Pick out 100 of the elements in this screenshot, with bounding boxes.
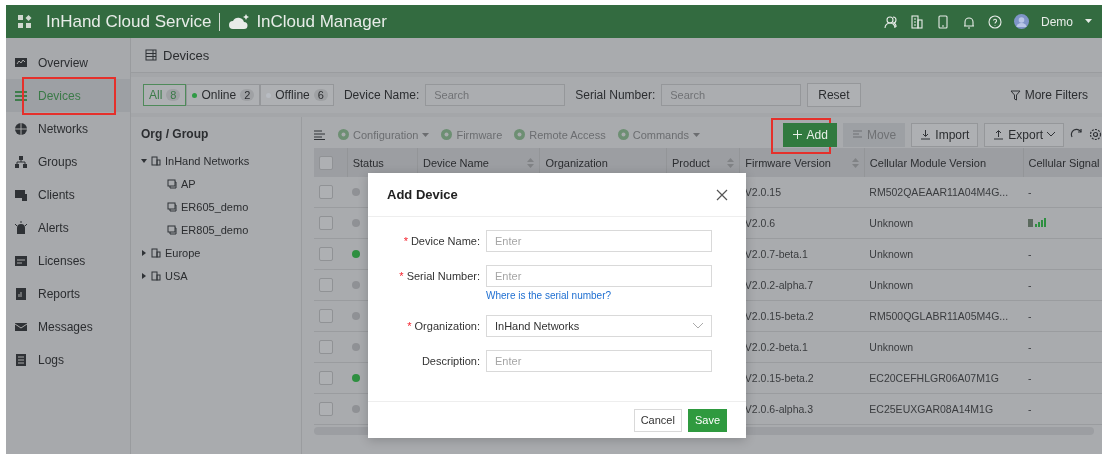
cloud-icon <box>228 13 251 30</box>
field-label: * Device Name: <box>402 234 480 249</box>
help-link[interactable]: Where is the serial number? <box>486 290 612 301</box>
field-label: * Organization: <box>406 319 480 334</box>
sidebar-item[interactable]: Reports <box>6 277 130 310</box>
bell-icon[interactable] <box>962 14 976 29</box>
caret-icon[interactable] <box>1085 19 1092 24</box>
column-header[interactable]: Firmware Version <box>739 148 865 177</box>
siren-icon <box>14 220 28 235</box>
close-icon <box>716 188 728 201</box>
add-button[interactable]: Add <box>782 122 837 147</box>
checkbox[interactable] <box>319 247 333 261</box>
table-cell: - <box>1028 279 1032 291</box>
table-cell: - <box>1028 310 1032 322</box>
column-header[interactable]: Cellular Module Version <box>864 148 1024 177</box>
checkbox[interactable] <box>319 371 333 385</box>
sidebar-item[interactable]: Logs <box>6 343 130 376</box>
list-icon <box>14 88 28 103</box>
avatar-icon[interactable] <box>1014 14 1029 29</box>
sidebar-item[interactable]: Messages <box>6 310 130 343</box>
sidebar-item[interactable]: Licenses <box>6 244 130 277</box>
filter-label: Serial Number: <box>575 88 656 102</box>
caret-down-icon[interactable] <box>141 157 147 164</box>
field-label: Description: <box>420 354 480 369</box>
checkbox[interactable] <box>319 340 333 354</box>
sidebar-item[interactable]: Networks <box>6 112 130 145</box>
checkbox[interactable] <box>319 155 333 170</box>
column-header[interactable]: Cellular Signal <box>1023 148 1102 177</box>
cancel-button[interactable]: Cancel <box>633 408 682 432</box>
tree-item[interactable]: InHand Networks <box>165 154 250 167</box>
tree-item[interactable]: ER805_demo <box>181 223 249 236</box>
checkbox[interactable] <box>319 309 333 323</box>
list-icon <box>145 49 157 61</box>
status-filter-tab[interactable]: Online 2 <box>186 84 261 106</box>
sidebar-item[interactable]: Overview <box>6 46 130 79</box>
reset-button[interactable]: Reset <box>807 83 861 107</box>
monitor-icon <box>14 55 28 70</box>
table-cell: RM500QGLABR11A05M4G... <box>864 300 1024 332</box>
search-field[interactable]: Search <box>661 84 802 106</box>
sidebar-item[interactable]: Clients <box>6 178 130 211</box>
circle-icon <box>338 129 349 140</box>
input-field[interactable]: Enter <box>486 265 712 287</box>
search-field[interactable]: Search <box>425 84 566 106</box>
settings-icon[interactable] <box>1089 128 1102 141</box>
toolbar-button[interactable]: Import <box>911 122 979 147</box>
product-name: InCloud Manager <box>256 11 387 32</box>
upload-icon <box>993 129 1005 140</box>
building-icon <box>151 155 161 166</box>
checkbox[interactable] <box>319 216 333 230</box>
download-icon <box>920 129 932 140</box>
users-icon[interactable] <box>884 14 898 29</box>
circle-icon <box>514 129 526 140</box>
input-field[interactable]: Enter <box>486 230 712 252</box>
input-field[interactable]: Enter <box>486 350 712 372</box>
building-icon <box>151 270 161 281</box>
window-icon <box>167 178 177 189</box>
tree-item[interactable]: USA <box>165 269 188 282</box>
save-button[interactable]: Save <box>687 408 727 432</box>
checkbox[interactable] <box>319 402 333 416</box>
filter-label: Device Name: <box>343 88 420 102</box>
table-cell: - <box>1028 372 1032 384</box>
table-cell: Unknown <box>864 331 1024 363</box>
table-cell: - <box>1028 403 1032 415</box>
phone-icon[interactable] <box>936 14 950 29</box>
caret-right-icon[interactable] <box>141 249 147 256</box>
help-icon[interactable] <box>988 14 1002 29</box>
app-grid-icon[interactable] <box>18 14 32 29</box>
checkbox[interactable] <box>319 278 333 292</box>
card-icon <box>14 253 28 268</box>
checkbox[interactable] <box>319 185 333 199</box>
toolbar-button[interactable]: Export <box>984 122 1064 147</box>
report-icon <box>14 286 28 301</box>
table-cell: - <box>1028 186 1032 198</box>
caret-right-icon[interactable] <box>141 272 147 279</box>
building-icon[interactable] <box>910 14 924 29</box>
align-icon[interactable] <box>314 129 326 140</box>
window-icon <box>167 201 177 212</box>
organization-select[interactable]: InHand Networks <box>486 315 712 337</box>
page-title: Devices <box>163 47 210 63</box>
table-cell: Unknown <box>864 269 1024 301</box>
window-icon <box>167 224 177 235</box>
chevron-icon <box>1047 132 1055 137</box>
tree-item[interactable]: AP <box>181 177 196 190</box>
close-button[interactable] <box>716 188 728 201</box>
table-cell: - <box>1028 248 1032 260</box>
circle-icon <box>617 129 629 140</box>
more-filters-button[interactable]: More Filters <box>1003 87 1094 103</box>
filter-icon <box>1009 89 1021 101</box>
table-cell: EC25EUXGAR08A14M1G <box>864 393 1024 425</box>
tree-item[interactable]: ER605_demo <box>181 200 249 213</box>
sidebar-item[interactable]: Alerts <box>6 211 130 244</box>
sidebar-item[interactable]: Groups <box>6 145 130 178</box>
user-name[interactable]: Demo <box>1041 14 1073 29</box>
table-cell: - <box>1028 341 1032 353</box>
plus-icon <box>791 129 803 140</box>
status-filter-tab[interactable]: Offline 6 <box>260 84 334 106</box>
circle-icon <box>441 129 453 140</box>
tree-item[interactable]: Europe <box>165 246 201 259</box>
table-cell: Unknown <box>864 238 1024 270</box>
lines-icon <box>851 129 863 140</box>
